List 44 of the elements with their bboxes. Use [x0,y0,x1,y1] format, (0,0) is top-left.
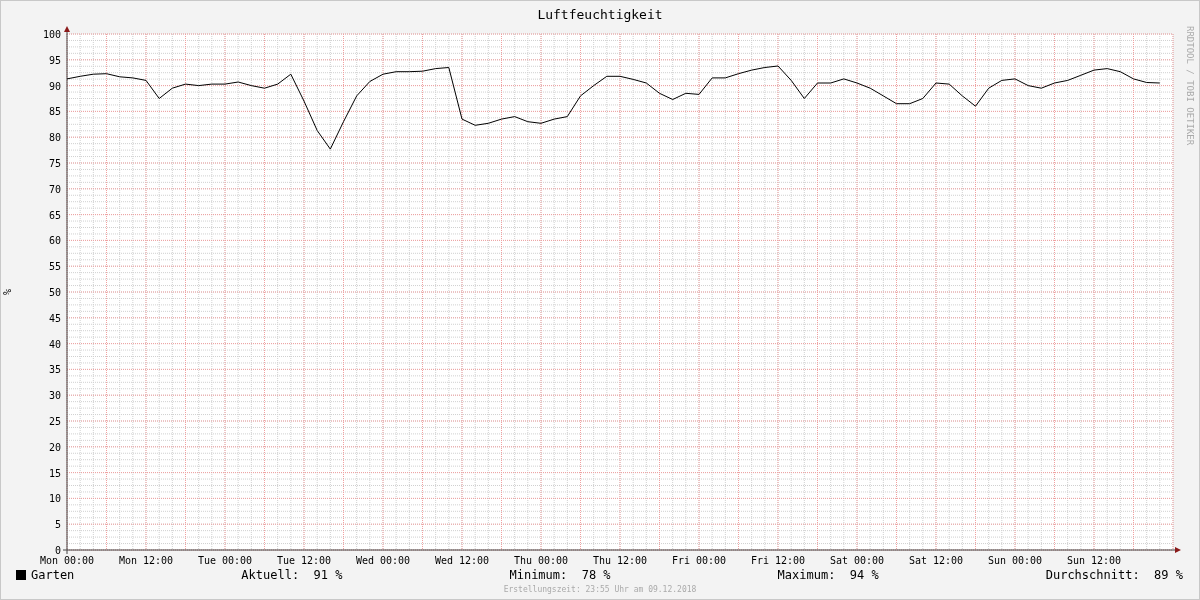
y-tick-label: 30 [48,390,61,402]
legend-stat: Aktuell: 91 % [241,567,343,584]
y-tick-label: 0 [54,545,61,556]
x-tick-label: Mon 12:00 [118,555,174,566]
x-tick-label: Sun 12:00 [1066,555,1122,566]
x-tick-label: Wed 12:00 [434,555,490,566]
y-tick-label: 70 [48,183,61,195]
legend-series-label: Garten [31,567,75,584]
legend-stat: Maximum: 94 % [777,567,879,584]
y-tick-label: 40 [48,338,61,350]
y-tick-label: 75 [48,158,61,169]
y-tick-label: 45 [48,312,61,324]
x-tick-label: Tue 00:00 [197,555,253,566]
y-tick-label: 35 [48,364,61,376]
graph-title: Luftfeuchtigkeit [537,8,663,21]
x-tick-label: Tue 12:00 [276,555,332,566]
legend-stat: Durchschnitt: 89 % [1045,567,1183,584]
y-tick-label: 50 [48,287,61,298]
y-tick-label: 55 [48,261,61,273]
y-tick-label: 65 [48,209,61,221]
y-tick-label: 20 [48,441,61,453]
x-tick-label: Sat 00:00 [829,555,885,566]
x-tick-label: Wed 00:00 [355,555,411,566]
y-tick-label: 100 [42,29,61,40]
y-tick-label: 85 [48,106,61,118]
x-tick-label: Thu 12:00 [592,555,648,566]
x-tick-label: Sun 00:00 [987,555,1043,566]
x-tick-label: Sat 12:00 [908,555,964,566]
y-axis-label: % [2,289,13,295]
x-tick-label: Mon 00:00 [39,555,95,566]
y-tick-label: 25 [48,416,61,427]
legend-stat: Minimum: 78 % [509,567,611,584]
y-tick-label: 90 [48,80,61,92]
y-tick-label: 10 [48,493,61,505]
y-tick-label: 15 [48,467,61,479]
y-tick-label: 95 [48,54,61,66]
y-tick-label: 5 [54,519,61,531]
y-tick-label: 60 [48,235,61,247]
creation-time: Erstellungszeit: 23:55 Uhr am 09.12.2018 [503,584,697,596]
rrdtool-credit: RRDTOOL / TOBI OETIKER [1185,26,1195,146]
x-tick-label: Fri 00:00 [671,555,727,566]
x-tick-label: Thu 00:00 [513,555,569,566]
x-tick-label: Fri 12:00 [750,555,806,566]
y-tick-label: 80 [48,132,61,144]
